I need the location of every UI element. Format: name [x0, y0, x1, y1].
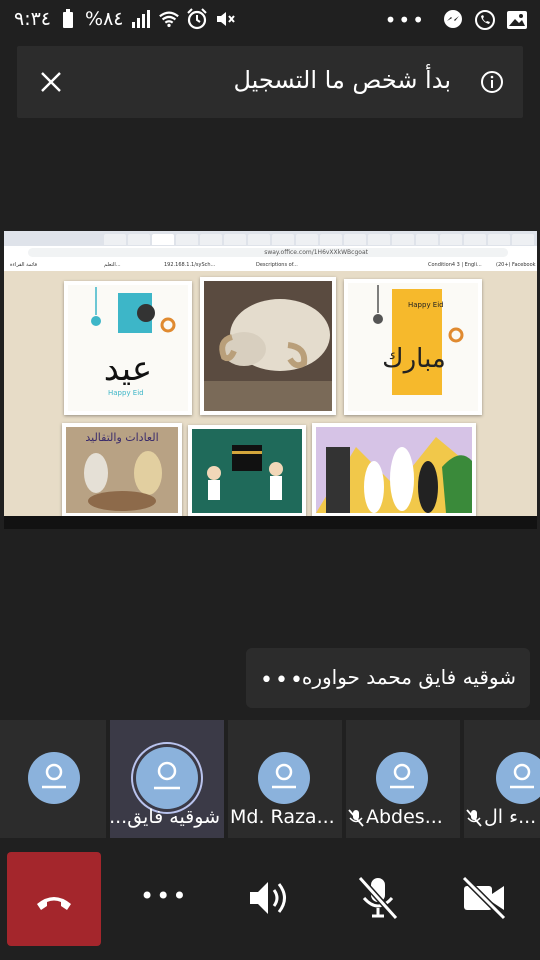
participant-label: ء ال... [484, 806, 537, 828]
browser-tab [488, 234, 510, 245]
alarm-icon [186, 8, 208, 30]
browser-tab [224, 234, 246, 245]
browser-tab [392, 234, 414, 245]
bookmark-item: 192.168.1.1/sySch... [164, 262, 216, 268]
banner-title: بدأ شخص ما التسجيل [233, 66, 451, 94]
browser-tab [296, 234, 318, 245]
browser-tab-active [152, 234, 174, 245]
status-right: ••• [385, 8, 528, 32]
participant-label: شوقيه فايق... [110, 806, 220, 828]
wifi-icon [158, 8, 180, 30]
participant-tile[interactable]: Abdes... [346, 720, 460, 838]
customs-card-text: العادات والتقاليد [85, 431, 158, 444]
eid-card-1-subtext: Happy Eid [108, 389, 144, 397]
more-options-button[interactable]: ••• [132, 868, 192, 928]
speaker-button[interactable] [240, 868, 300, 928]
bookmark-item: Descriptions of... [256, 262, 298, 268]
gallery-icon [506, 9, 528, 31]
more-notifications-icon: ••• [384, 8, 426, 32]
share-bottom-bar [4, 516, 537, 529]
mic-off-icon [357, 875, 399, 921]
status-time: ٩:٣٤ [14, 8, 52, 30]
whatsapp-icon [474, 9, 496, 31]
mic-off-icon [348, 808, 364, 827]
status-left: ٩:٣٤ %٨٤ [14, 8, 236, 30]
speaker-icon [250, 882, 286, 914]
camera-off-icon [461, 875, 507, 921]
avatar-icon [258, 752, 310, 804]
browser-tab [440, 234, 462, 245]
avatar-icon [376, 752, 428, 804]
signal-icon [130, 8, 152, 30]
kaaba-card [188, 425, 306, 517]
participant-label-row: Abdes... [348, 806, 443, 828]
participants-strip: شوقيه فايق... Md. Raza... Abdes... ء ال.… [0, 720, 540, 838]
participant-name: شوقيه فايق محمد حواوره [301, 665, 516, 689]
battery-icon [57, 8, 79, 30]
participant-more-button[interactable]: ••• [260, 668, 305, 693]
address-url: sway.office.com/1H6vXXkWBcgoat [28, 248, 508, 257]
address-bar: sway.office.com/1H6vXXkWBcgoat [4, 246, 537, 260]
browser-tab [272, 234, 294, 245]
participant-tile[interactable]: Md. Raza... [228, 720, 342, 838]
browser-tab [368, 234, 390, 245]
browser-tab [320, 234, 342, 245]
recording-banner: بدأ شخص ما التسجيل [17, 46, 523, 118]
eid-card-2-text: مبارك [382, 344, 446, 374]
bookmark-item: Condition4 3 | Engli... [428, 262, 482, 268]
browser-tab [128, 234, 150, 245]
bookmark-item: (20+) Facebook [496, 262, 536, 268]
participant-name-card[interactable]: ••• شوقيه فايق محمد حواوره [246, 648, 530, 708]
battery-percent: %٨٤ [85, 8, 124, 30]
call-controls: ••• [0, 838, 540, 960]
avatar-icon [28, 752, 80, 804]
participant-tile[interactable]: ء ال... [464, 720, 540, 838]
sway-canvas: عيد Happy Eid مبارك Happy Eid العادات وا… [4, 271, 537, 517]
eid-card-1: عيد Happy Eid [64, 281, 192, 415]
browser-tab [176, 234, 198, 245]
close-icon[interactable] [37, 68, 65, 96]
mic-off-icon [466, 808, 482, 827]
avatar-icon [496, 752, 540, 804]
browser-tab [104, 234, 126, 245]
status-bar: ٩:٣٤ %٨٤ ••• [0, 0, 540, 40]
mute-mic-button[interactable] [348, 868, 408, 928]
eid-card-1-text: عيد [104, 349, 152, 389]
participant-label: Md. Raza... [230, 806, 335, 828]
browser-tab-strip [4, 231, 537, 246]
hang-up-icon [37, 897, 71, 910]
people-card [312, 423, 476, 517]
avatar-icon [136, 747, 198, 809]
participant-label-row: ء ال... [466, 806, 536, 828]
participant-tile-active[interactable]: شوقيه فايق... [110, 720, 224, 838]
customs-card: العادات والتقاليد [62, 423, 182, 517]
bookmark-item: التعلم... [104, 262, 121, 268]
participant-label: Abdes... [366, 806, 443, 828]
browser-tab [344, 234, 366, 245]
participant-tile[interactable] [0, 720, 106, 838]
sheep-photo [200, 277, 336, 415]
bookmark-item: قائمة القراءة [10, 262, 38, 268]
more-options-label: ••• [140, 882, 189, 910]
browser-tab [200, 234, 222, 245]
shared-screen[interactable]: sway.office.com/1H6vXXkWBcgoat قائمة الق… [4, 231, 537, 529]
eid-card-2-subtext: Happy Eid [408, 301, 444, 309]
browser-tab [512, 234, 534, 245]
camera-button[interactable] [454, 868, 514, 928]
messenger-icon [442, 9, 464, 31]
browser-tab [416, 234, 438, 245]
eid-card-2: مبارك Happy Eid [344, 279, 482, 415]
browser-tab [464, 234, 486, 245]
mute-icon [214, 8, 236, 30]
info-icon[interactable] [480, 70, 504, 94]
browser-tab [248, 234, 270, 245]
end-call-button[interactable] [7, 852, 101, 946]
